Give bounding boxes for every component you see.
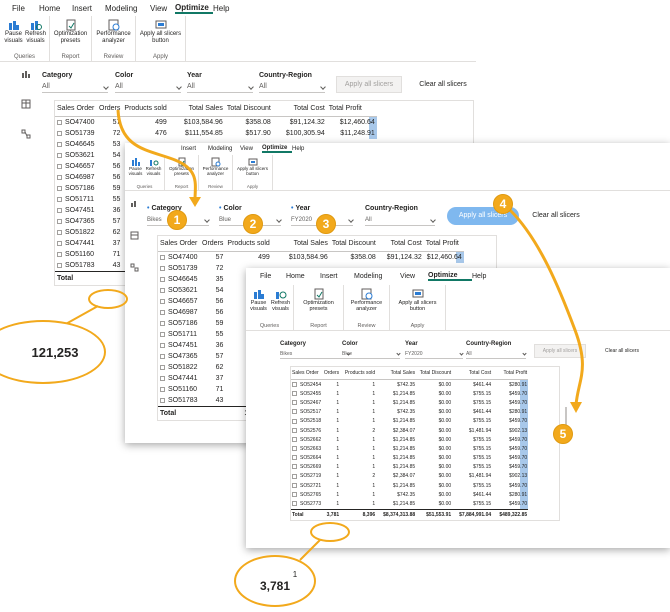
callout-line-3 — [299, 539, 321, 561]
highlight-total-screen3 — [310, 522, 350, 542]
arrow-right — [508, 208, 584, 406]
step-badge-2: 2 — [243, 214, 263, 234]
arrow-top-head — [189, 197, 201, 207]
callout-total-orders-3: 1 3,781 — [234, 555, 316, 607]
step-badge-4: 4 — [493, 194, 513, 214]
highlight-total-screen1 — [88, 289, 128, 309]
step-badge-1: 1 — [167, 210, 187, 230]
arrow-right-head — [570, 402, 582, 413]
arrow-top — [116, 109, 197, 201]
step-badge-3: 3 — [316, 214, 336, 234]
step-badge-5: 5 — [553, 424, 573, 444]
